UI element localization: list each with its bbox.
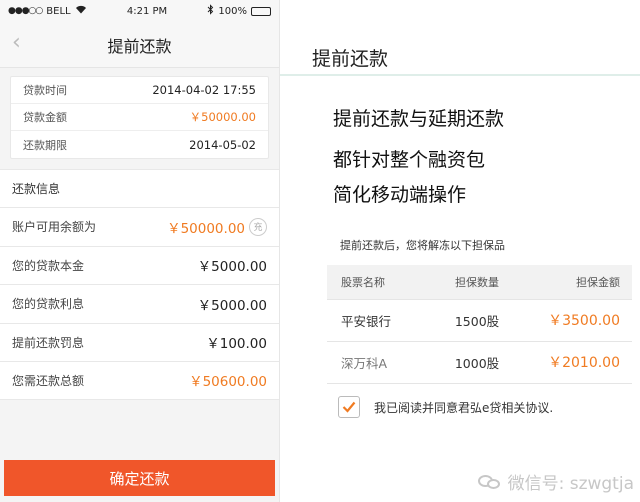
confirm-repay-button[interactable]: 确定还款 (4, 460, 275, 496)
repay-info-list: 账户可用余额为 ￥50000.00 充 您的贷款本金 ￥5000.00 您的贷款… (0, 207, 279, 400)
battery-icon (250, 6, 271, 16)
agree-text: 我已阅读并同意君弘e贷相关协议. (374, 400, 554, 415)
col-quantity: 担保数量 (437, 265, 517, 300)
wechat-icon (477, 473, 502, 491)
repay-row-total: 您需还款总额 ￥50600.00 (0, 361, 279, 400)
table-row: 深万科A 1000股 ￥2010.00 (327, 341, 632, 384)
phone-screen: ●●●○○ BELL 4:21 PM 100% ‹ 提前还款 贷款时间 2014… (0, 0, 280, 502)
nav-bar: ‹ 提前还款 (0, 22, 279, 68)
loan-amount-value: ￥50000.00 (189, 110, 256, 124)
stock-name-cell: 平安银行 (327, 299, 437, 342)
page-title: 提前还款 (107, 36, 172, 56)
quantity-cell: 1500股 (437, 299, 517, 342)
battery-percent: 100% (218, 5, 247, 17)
penalty-value: ￥100.00 (206, 336, 267, 353)
loan-time-label: 贷款时间 (23, 84, 67, 97)
headline-2: 都针对整个融资包 (333, 149, 486, 171)
headline-3: 简化移动端操作 (333, 184, 467, 206)
quantity-cell: 1000股 (437, 341, 517, 384)
balance-value: ￥50000.00 (167, 220, 245, 237)
col-stock-name: 股票名称 (327, 265, 437, 300)
panel-divider (280, 74, 640, 76)
loan-term-label: 还款期限 (23, 138, 67, 152)
loan-row-time: 贷款时间 2014-04-02 17:55 (11, 77, 268, 104)
panel-title: 提前还款 (312, 48, 389, 70)
stock-name-cell: 深万科A (327, 341, 437, 384)
table-row: 平安银行 1500股 ￥3500.00 (327, 299, 632, 342)
loan-amount-label: 贷款金额 (23, 111, 67, 124)
repay-section-title: 还款信息 (0, 169, 279, 207)
headline-1: 提前还款与延期还款 (333, 108, 505, 130)
status-bar: ●●●○○ BELL 4:21 PM 100% (0, 0, 279, 22)
recharge-button[interactable]: 充 (249, 217, 267, 236)
loan-time-value: 2014-04-02 17:55 (152, 83, 256, 97)
penalty-label: 提前还款罚息 (12, 335, 85, 350)
bluetooth-icon (207, 4, 214, 18)
interest-value: ￥5000.00 (197, 297, 267, 314)
repay-row-principal: 您的贷款本金 ￥5000.00 (0, 245, 279, 285)
watermark-text: 微信号: szwgtja (507, 474, 634, 494)
interest-label: 您的贷款利息 (12, 297, 85, 312)
principal-label: 您的贷款本金 (12, 258, 85, 273)
loan-summary-card: 贷款时间 2014-04-02 17:55 贷款金额 ￥50000.00 还款期… (10, 76, 269, 159)
repay-row-interest: 您的贷款利息 ￥5000.00 (0, 284, 279, 323)
repay-row-balance: 账户可用余额为 ￥50000.00 充 (0, 207, 279, 246)
agree-checkbox[interactable] (338, 396, 360, 418)
unfreeze-notice: 提前还款后，您将解冻以下担保品 (340, 239, 505, 252)
amount-cell: ￥2010.00 (517, 341, 632, 384)
total-value: ￥50600.00 (189, 374, 267, 391)
chevron-left-icon[interactable]: ‹ (12, 32, 21, 54)
feature-panel: 提前还款 提前还款与延期还款 都针对整个融资包 简化移动端操作 提前还款后，您将… (280, 0, 640, 502)
table-header-row: 股票名称 担保数量 担保金额 (327, 265, 632, 300)
principal-value: ￥5000.00 (197, 259, 267, 276)
amount-cell: ￥3500.00 (517, 299, 632, 342)
collateral-table: 股票名称 担保数量 担保金额 平安银行 1500股 ￥3500.00 深万科A … (327, 265, 632, 384)
status-time: 4:21 PM (126, 5, 168, 17)
repay-row-penalty: 提前还款罚息 ￥100.00 (0, 322, 279, 362)
total-label: 您需还款总额 (12, 373, 85, 388)
carrier-label: BELL (46, 5, 71, 17)
wechat-watermark: 微信号: szwgtja (477, 469, 634, 494)
checkmark-icon (342, 401, 356, 413)
signal-icon: ●●●○○ (8, 6, 43, 16)
wifi-icon (75, 5, 87, 17)
balance-label: 账户可用余额为 (12, 220, 97, 235)
col-amount: 担保金额 (517, 265, 632, 300)
loan-term-value: 2014-05-02 (189, 137, 256, 152)
loan-row-term: 还款期限 2014-05-02 (11, 131, 268, 158)
agreement-row: 我已阅读并同意君弘e贷相关协议. (338, 396, 553, 418)
loan-row-amount: 贷款金额 ￥50000.00 (11, 104, 268, 131)
